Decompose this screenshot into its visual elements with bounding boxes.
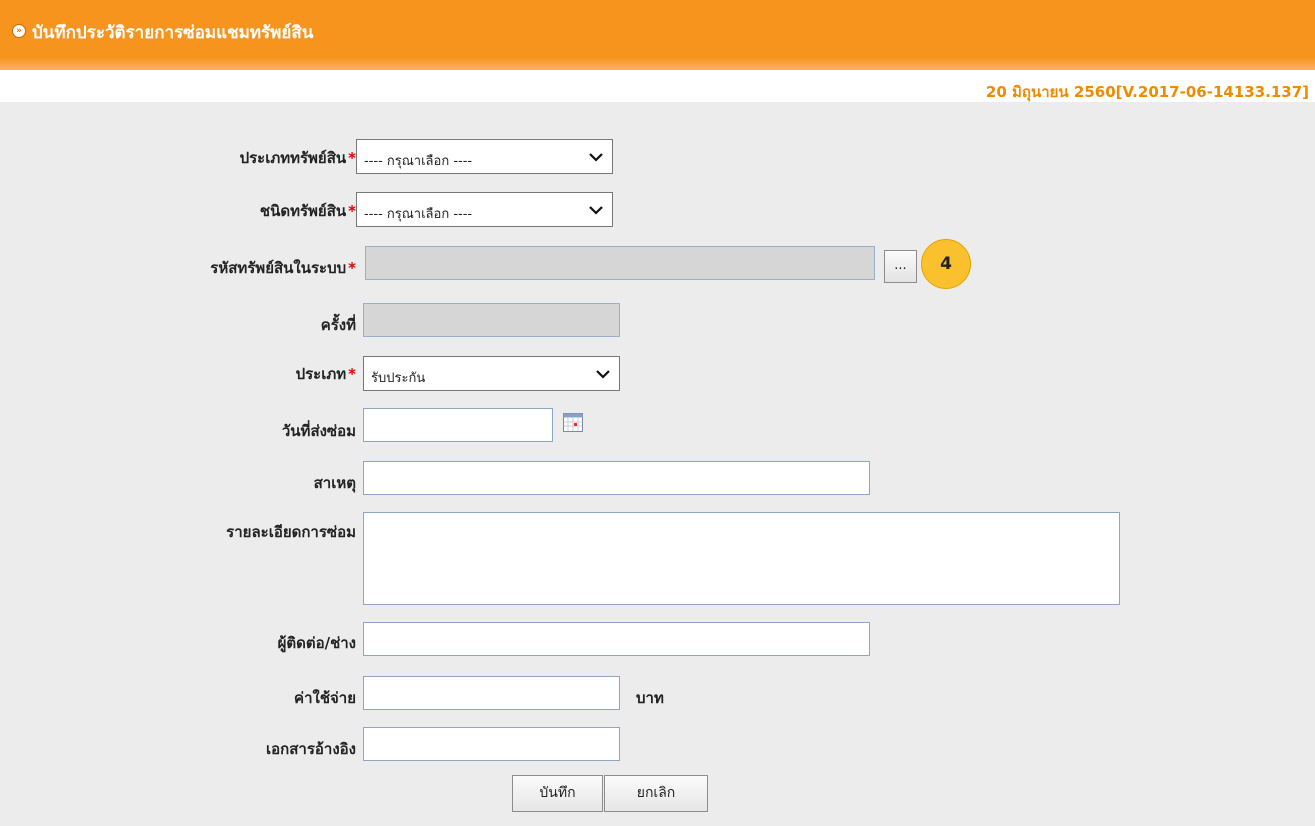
cost-unit: บาท <box>636 689 664 707</box>
save-button[interactable]: บันทึก <box>512 775 603 812</box>
send-date-field[interactable] <box>363 408 553 442</box>
repair-detail-label: รายละเอียดการซ่อม <box>226 523 356 541</box>
cause-field[interactable] <box>363 461 870 495</box>
cancel-button[interactable]: ยกเลิก <box>604 775 708 812</box>
asset-code-label: รหัสทรัพย์สินในระบบ * <box>210 259 356 277</box>
asset-type-select[interactable]: ---- กรุณาเลือก ---- <box>356 139 613 174</box>
chevron-down-icon <box>589 153 603 162</box>
contact-label: ผู้ติดต่อ/ช่าง <box>277 634 356 652</box>
chevron-right-circle-icon: » <box>12 24 26 38</box>
cost-label: ค่าใช้จ่าย <box>294 689 356 707</box>
asset-type-selected-value: ---- กรุณาเลือก ---- <box>364 154 473 169</box>
category-label: ประเภท * <box>295 365 356 383</box>
page-header: » บันทึกประวัติรายการซ่อมแชมทรัพย์สิน <box>0 0 1315 70</box>
times-label: ครั้งที่ <box>320 316 356 334</box>
send-date-label: วันที่ส่งซ่อม <box>281 422 356 440</box>
asset-code-field <box>365 246 875 280</box>
reference-doc-field[interactable] <box>363 727 620 761</box>
step-badge: 4 <box>921 239 971 289</box>
category-selected-value: รับประกัน <box>371 371 426 386</box>
category-select[interactable]: รับประกัน <box>363 356 620 391</box>
cause-label: สาเหตุ <box>313 474 356 492</box>
chevron-down-icon <box>589 206 603 215</box>
cost-field[interactable] <box>363 676 620 710</box>
reference-doc-label: เอกสารอ้างอิง <box>266 740 356 758</box>
asset-kind-label: ชนิดทรัพย์สิน * <box>259 202 356 220</box>
chevron-down-icon <box>596 370 610 379</box>
contact-field[interactable] <box>363 622 870 656</box>
asset-type-label: ประเภททรัพย์สิน * <box>239 149 356 167</box>
repair-detail-textarea[interactable] <box>363 512 1120 605</box>
page-title: บันทึกประวัติรายการซ่อมแชมทรัพย์สิน <box>32 23 314 43</box>
asset-kind-select[interactable]: ---- กรุณาเลือก ---- <box>356 192 613 227</box>
asset-kind-selected-value: ---- กรุณาเลือก ---- <box>364 207 473 222</box>
version-info: 20 มิถุนายน 2560[V.2017-06-14133.137] <box>985 83 1309 101</box>
calendar-icon[interactable] <box>563 413 583 432</box>
times-field <box>363 303 620 337</box>
browse-asset-button[interactable]: ... <box>884 250 917 283</box>
